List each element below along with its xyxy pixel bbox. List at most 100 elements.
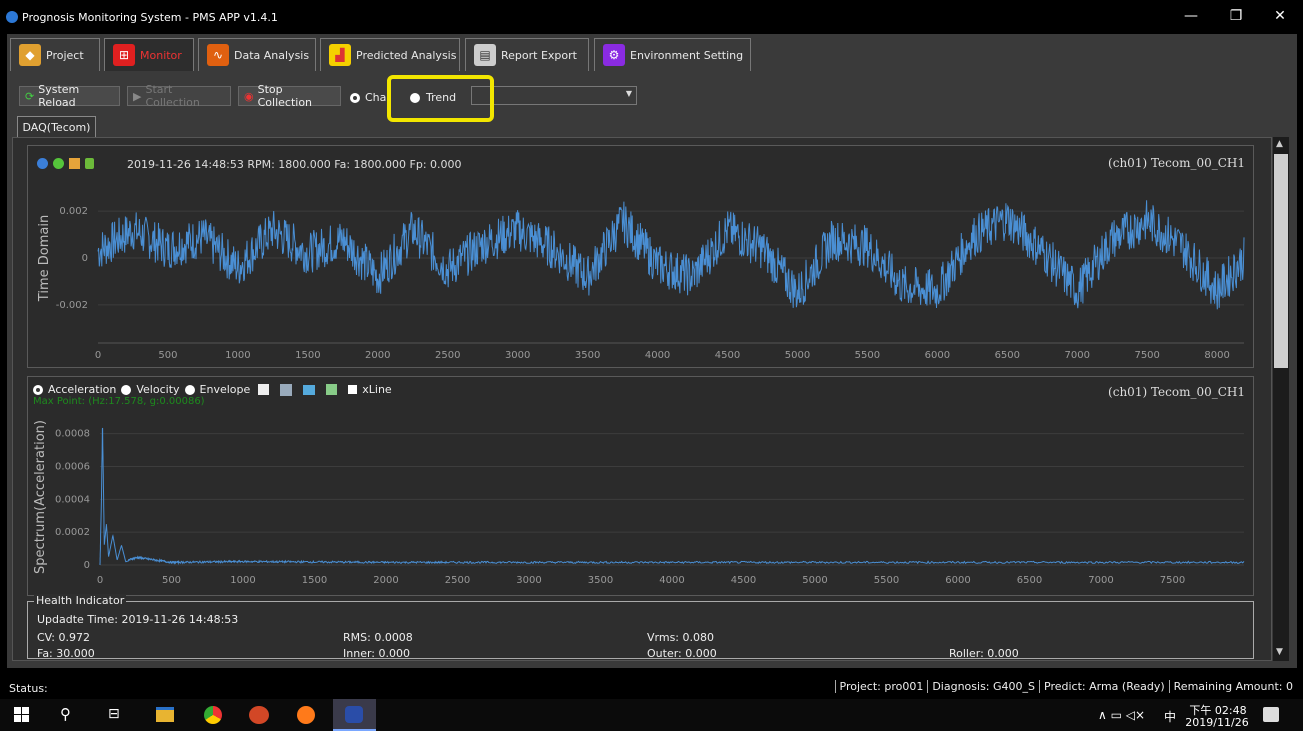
spectrum-chart: Acceleration Velocity Envelope xLine Max… [27, 376, 1254, 596]
y-tick-label: 0.0002 [55, 527, 90, 538]
tab-daq-tecom[interactable]: DAQ(Tecom) [17, 116, 96, 137]
app-icon [6, 11, 18, 23]
button-label: System Reload [38, 83, 80, 109]
x-tick-label: 0 [97, 575, 103, 586]
pms-app-icon [345, 706, 363, 723]
chevron-down-icon[interactable]: ▼ [1276, 647, 1283, 657]
x-tick-label: 5000 [785, 350, 810, 361]
tab-label: Predicted Analysis [356, 48, 457, 62]
update-time: Updadte Time: 2019-11-26 14:48:53 [37, 613, 239, 626]
x-tick-label: 7000 [1065, 350, 1090, 361]
x-tick-label: 6500 [995, 350, 1020, 361]
inner-value: Inner: 0.000 [343, 647, 410, 660]
tab-report-export[interactable]: ▤ Report Export [465, 38, 589, 71]
x-tick-label: 3000 [516, 575, 541, 586]
chevron-down-icon: ▼ [625, 89, 632, 98]
taskbar: ⚲ ⊟ ∧ ▭ ◁× 中 下午 02:48 2019/11/26 [0, 699, 1303, 731]
ime-indicator[interactable]: 中 [1164, 708, 1176, 725]
reload-icon: ⟳ [25, 89, 35, 103]
x-tick-label: 5000 [802, 575, 827, 586]
tab-project[interactable]: ◆ Project [10, 38, 100, 71]
group-title: Health Indicator [34, 594, 127, 607]
x-tick-label: 2500 [435, 350, 460, 361]
x-tick-label: 0 [95, 350, 101, 361]
x-tick-label: 4000 [645, 350, 670, 361]
chevron-up-icon[interactable]: ▲ [1276, 139, 1283, 149]
x-tick-label: 5500 [874, 575, 899, 586]
y-tick-label: 0.002 [59, 206, 88, 217]
stop-collection-button[interactable]: ◉ Stop Collection [238, 83, 341, 109]
tab-environment-setting[interactable]: ⚙ Environment Setting [594, 38, 751, 71]
x-tick-label: 1000 [225, 350, 250, 361]
start-collection-button[interactable]: ▶ Start Collection [127, 83, 231, 109]
roller-value: Roller: 0.000 [949, 647, 1019, 660]
x-tick-label: 7000 [1088, 575, 1113, 586]
file-explorer-icon[interactable] [156, 707, 174, 722]
time-domain-chart: 2019-11-26 14:48:53 RPM: 1800.000 Fa: 18… [27, 145, 1254, 368]
play-icon: ▶ [133, 89, 142, 103]
search-icon[interactable]: ⚲ [60, 705, 71, 723]
time-domain-plot: 0.002 0 -0.002 0 500 1000 1500 2000 2500 3000 3500… [37, 200, 1245, 361]
rms-value: RMS: 0.0008 [343, 631, 413, 644]
pms-app-taskbar-button[interactable] [333, 699, 376, 731]
tab-predicted-analysis[interactable]: ▟ Predicted Analysis [320, 38, 460, 71]
x-tick-label: 7500 [1160, 575, 1185, 586]
chart-radio[interactable]: Cha [350, 91, 386, 104]
x-tick-label: 6500 [1017, 575, 1042, 586]
tag-icon: ◆ [19, 44, 41, 66]
clock-date[interactable]: 2019/11/26 [1183, 716, 1251, 729]
firefox-icon[interactable] [297, 706, 315, 724]
y-axis-label: Time Domain [37, 215, 52, 302]
powerpoint-icon[interactable] [249, 706, 269, 724]
x-tick-label: 500 [162, 575, 181, 586]
bar-chart-icon: ▟ [329, 44, 351, 66]
tab-label: Project [46, 48, 84, 62]
cv-value: CV: 0.972 [37, 631, 91, 644]
x-tick-label: 4000 [659, 575, 684, 586]
close-button[interactable]: ✕ [1265, 8, 1295, 24]
status-label: Status: [9, 682, 48, 695]
status-project: Project: pro001 [834, 680, 928, 693]
vrms-value: Vrms: 0.080 [647, 631, 714, 644]
x-tick-label: 3500 [575, 350, 600, 361]
y-tick-label: 0 [84, 560, 90, 571]
tray-icons[interactable]: ∧ ▭ ◁× [1098, 708, 1145, 722]
highlight-box [387, 75, 494, 122]
x-tick-label: 5500 [855, 350, 880, 361]
minimize-button[interactable]: — [1176, 8, 1206, 24]
y-tick-label: 0.0006 [55, 461, 90, 472]
y-tick-label: 0.0004 [55, 494, 90, 505]
x-tick-label: 2000 [373, 575, 398, 586]
task-view-icon[interactable]: ⊟ [108, 706, 120, 722]
fa-value: Fa: 30.000 [37, 647, 95, 660]
y-tick-label: -0.002 [56, 300, 88, 311]
y-axis-label: Spectrum(Acceleration) [33, 420, 48, 574]
x-tick-label: 8000 [1204, 350, 1229, 361]
tab-label: Monitor [140, 48, 182, 62]
x-tick-label: 4500 [731, 575, 756, 586]
x-tick-label: 2500 [445, 575, 470, 586]
report-icon: ▤ [474, 44, 496, 66]
restore-button[interactable]: ❐ [1221, 8, 1251, 24]
x-tick-label: 1500 [302, 575, 327, 586]
tab-label: Report Export [501, 48, 577, 62]
x-tick-label: 1000 [230, 575, 255, 586]
tab-monitor[interactable]: ⊞ Monitor [104, 38, 194, 71]
tab-data-analysis[interactable]: ∿ Data Analysis [198, 38, 316, 71]
system-reload-button[interactable]: ⟳ System Reload [19, 83, 120, 109]
x-tick-label: 2000 [365, 350, 390, 361]
notification-icon[interactable] [1263, 707, 1279, 722]
x-tick-label: 6000 [925, 350, 950, 361]
chrome-icon[interactable] [204, 706, 222, 724]
channel-combobox[interactable]: ▼ [471, 86, 637, 105]
scrollbar-thumb[interactable] [1274, 154, 1288, 368]
stop-icon: ◉ [244, 89, 254, 103]
x-tick-label: 3000 [505, 350, 530, 361]
x-tick-label: 3500 [588, 575, 613, 586]
title-bar: Prognosis Monitoring System - PMS APP v1… [0, 0, 1303, 34]
x-tick-label: 500 [158, 350, 177, 361]
outer-value: Outer: 0.000 [647, 647, 717, 660]
x-tick-label: 1500 [295, 350, 320, 361]
health-indicator-group: Health Indicator Updadte Time: 2019-11-2… [27, 594, 1254, 660]
windows-start-icon[interactable] [14, 707, 29, 722]
